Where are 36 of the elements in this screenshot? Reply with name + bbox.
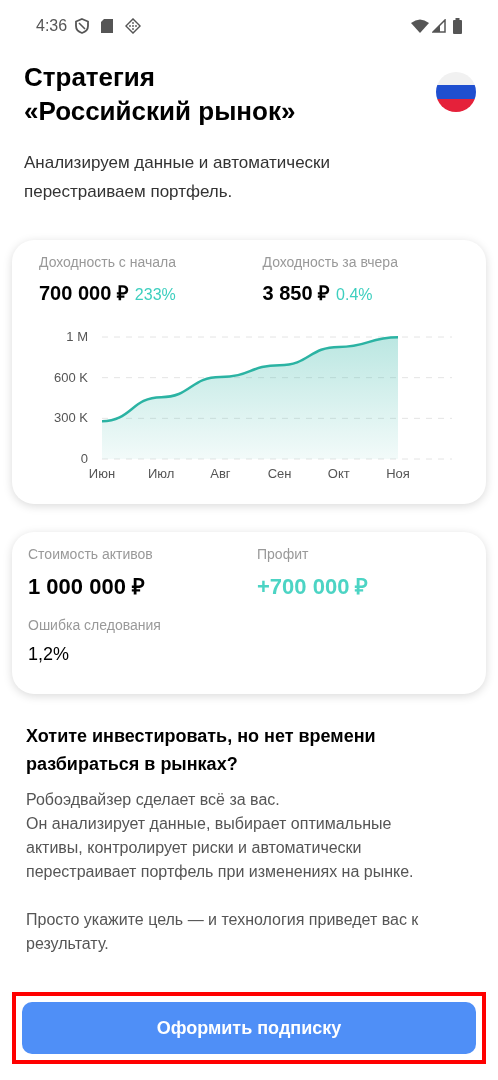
stat-value: 700 000 ₽ xyxy=(39,281,129,306)
wifi-icon xyxy=(411,19,429,33)
signal-icon xyxy=(432,19,446,33)
y-axis-label: 0 xyxy=(80,451,88,466)
y-axis-label: 600 K xyxy=(54,369,88,385)
x-axis-label: Сен xyxy=(267,466,292,481)
stat-label: Доходность за вчера xyxy=(262,253,399,272)
info-text: Просто укажите цель — и технология приведет вас к результату. xyxy=(26,910,420,954)
diamond-icon xyxy=(125,18,142,34)
shield-icon xyxy=(75,18,90,34)
status-time: 4:36 xyxy=(36,16,68,36)
x-axis-label: Ноя xyxy=(386,466,410,481)
asset-value: +700 000 ₽ xyxy=(257,573,369,601)
stat-change: 0.4% xyxy=(336,285,373,305)
info-text: Робоэдвайзер сделает всё за вас. Он анализирует данные, выбирает оптимальные активы, контролирует риски и автоматически перестраивает портфель при изменениях на рынке. xyxy=(26,790,415,882)
x-axis-label: Окт xyxy=(327,466,350,481)
flag-icon xyxy=(436,72,476,112)
stat-label: Доходность с начала xyxy=(39,253,177,272)
x-axis-label: Июл xyxy=(148,466,175,481)
stat-value: 3 850 ₽ xyxy=(262,281,331,306)
asset-label: Стоимость активов xyxy=(28,545,154,564)
asset-label: Ошибка следования xyxy=(28,616,162,635)
info-heading: Хотите инвестировать, но нет времени разбираться в рынках? xyxy=(26,725,377,776)
y-axis-label: 1 M xyxy=(66,329,88,344)
y-axis-label: 300 K xyxy=(54,410,88,426)
asset-label: Профит xyxy=(257,545,310,564)
battery-icon xyxy=(453,18,462,34)
description-text: Анализируем данные и автоматически перестраиваем портфель. xyxy=(23,152,332,203)
page-title: Стратегия «Российский рынок» xyxy=(24,61,297,128)
sd-card-icon xyxy=(101,19,114,33)
stat-change: 233% xyxy=(134,285,176,305)
x-axis-label: Авг xyxy=(210,466,231,481)
asset-value: 1 000 000 ₽ xyxy=(28,573,145,601)
x-axis-label: Июн xyxy=(88,466,116,481)
subscribe-button[interactable]: Оформить подписку xyxy=(22,1002,476,1054)
asset-value: 1,2% xyxy=(28,643,70,666)
